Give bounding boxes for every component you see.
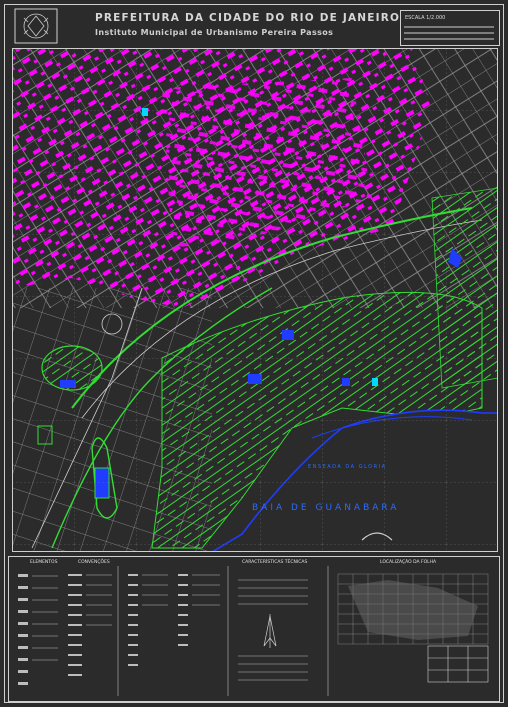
bay-label: BAIA DE GUANABARA (252, 503, 399, 513)
legend-symbols (18, 566, 489, 696)
legend-location-title: LOCALIZAÇÃO DA FOLHA (380, 560, 437, 565)
header-subtitle: Instituto Municipal de Urbanismo Pereira… (95, 28, 334, 37)
legend-conventions-title: CONVENÇÕES (78, 560, 110, 565)
nomenclature-lines (404, 26, 494, 40)
legend-technical-title: CARACTERÍSTICAS TÉCNICAS (242, 560, 308, 565)
map-sheet: PREFEITURA DA CIDADE DO RIO DE JANEIRO I… (0, 0, 508, 707)
cove-label: ENSEADA DA GLORIA (308, 464, 386, 470)
city-seal (14, 8, 58, 44)
scale-label: ESCALA 1/2.000 (405, 15, 446, 21)
north-arrow-icon (263, 614, 277, 648)
legend-elements-title: ELEMENTOS (30, 560, 58, 565)
map-area: BAIA DE GUANABARA ENSEADA DA GLORIA (12, 48, 498, 552)
header-title: PREFEITURA DA CIDADE DO RIO DE JANEIRO (95, 12, 401, 24)
